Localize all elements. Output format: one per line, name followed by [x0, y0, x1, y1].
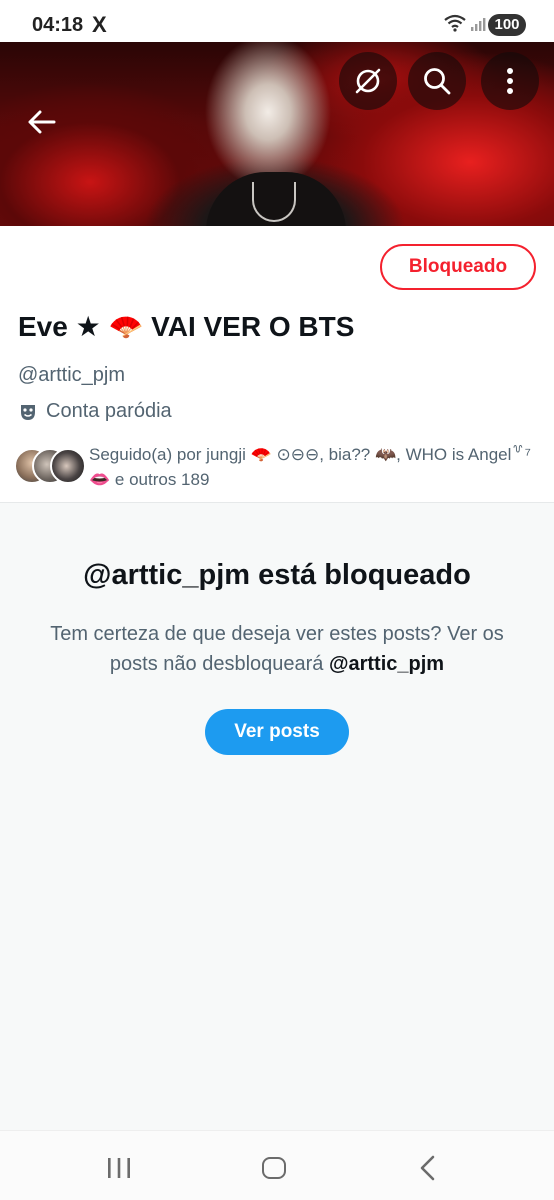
grok-button[interactable] — [339, 52, 397, 110]
followed-by-row[interactable]: Seguido(a) por jungji 🪭 ⊙⊖⊖, bia?? 🦇, WH… — [14, 440, 544, 492]
blocked-description-handle: @arttic_pjm — [328, 653, 445, 675]
parody-account-label: Conta paródia — [18, 400, 172, 423]
back-button[interactable] — [22, 102, 62, 142]
signal-icon — [471, 18, 486, 31]
status-bar: 04:18 X 100 — [0, 0, 554, 44]
arrow-left-icon — [28, 110, 56, 134]
more-options-button[interactable] — [481, 52, 539, 110]
system-nav-bar — [0, 1130, 554, 1200]
view-posts-button[interactable]: Ver posts — [205, 709, 349, 755]
parody-text: Conta paródia — [46, 400, 172, 422]
profile-header: Bloqueado Eve ★ 🪭 VAI VER O BTS @arttic_… — [0, 226, 554, 502]
battery-indicator: 100 — [488, 14, 526, 36]
x-app-icon: X — [92, 12, 107, 37]
more-vertical-icon — [507, 68, 513, 94]
recent-apps-icon[interactable] — [106, 1157, 132, 1179]
followed-by-text: Seguido(a) por jungji 🪭 ⊙⊖⊖, bia?? 🦇, WH… — [89, 445, 531, 489]
blocked-button[interactable]: Bloqueado — [380, 244, 536, 290]
follower-avatar — [50, 448, 86, 484]
wifi-icon — [444, 14, 466, 32]
back-nav-icon[interactable] — [418, 1155, 438, 1181]
search-button[interactable] — [408, 52, 466, 110]
username-handle: @arttic_pjm — [18, 364, 125, 386]
profile-banner — [0, 42, 554, 226]
follower-avatars — [14, 448, 86, 484]
theater-mask-icon — [21, 404, 35, 420]
home-nav-icon[interactable] — [262, 1157, 286, 1179]
blocked-title: @arttic_pjm está bloqueado — [83, 559, 471, 591]
display-name: Eve ★ 🪭 VAI VER O BTS — [18, 311, 355, 342]
status-time: 04:18 — [32, 14, 84, 36]
search-icon — [424, 68, 451, 95]
blocked-notice: @arttic_pjm está bloqueado Tem certeza d… — [0, 502, 554, 1128]
blocked-description: Tem certeza de que deseja ver estes post… — [40, 619, 514, 679]
grok-icon — [355, 68, 381, 94]
